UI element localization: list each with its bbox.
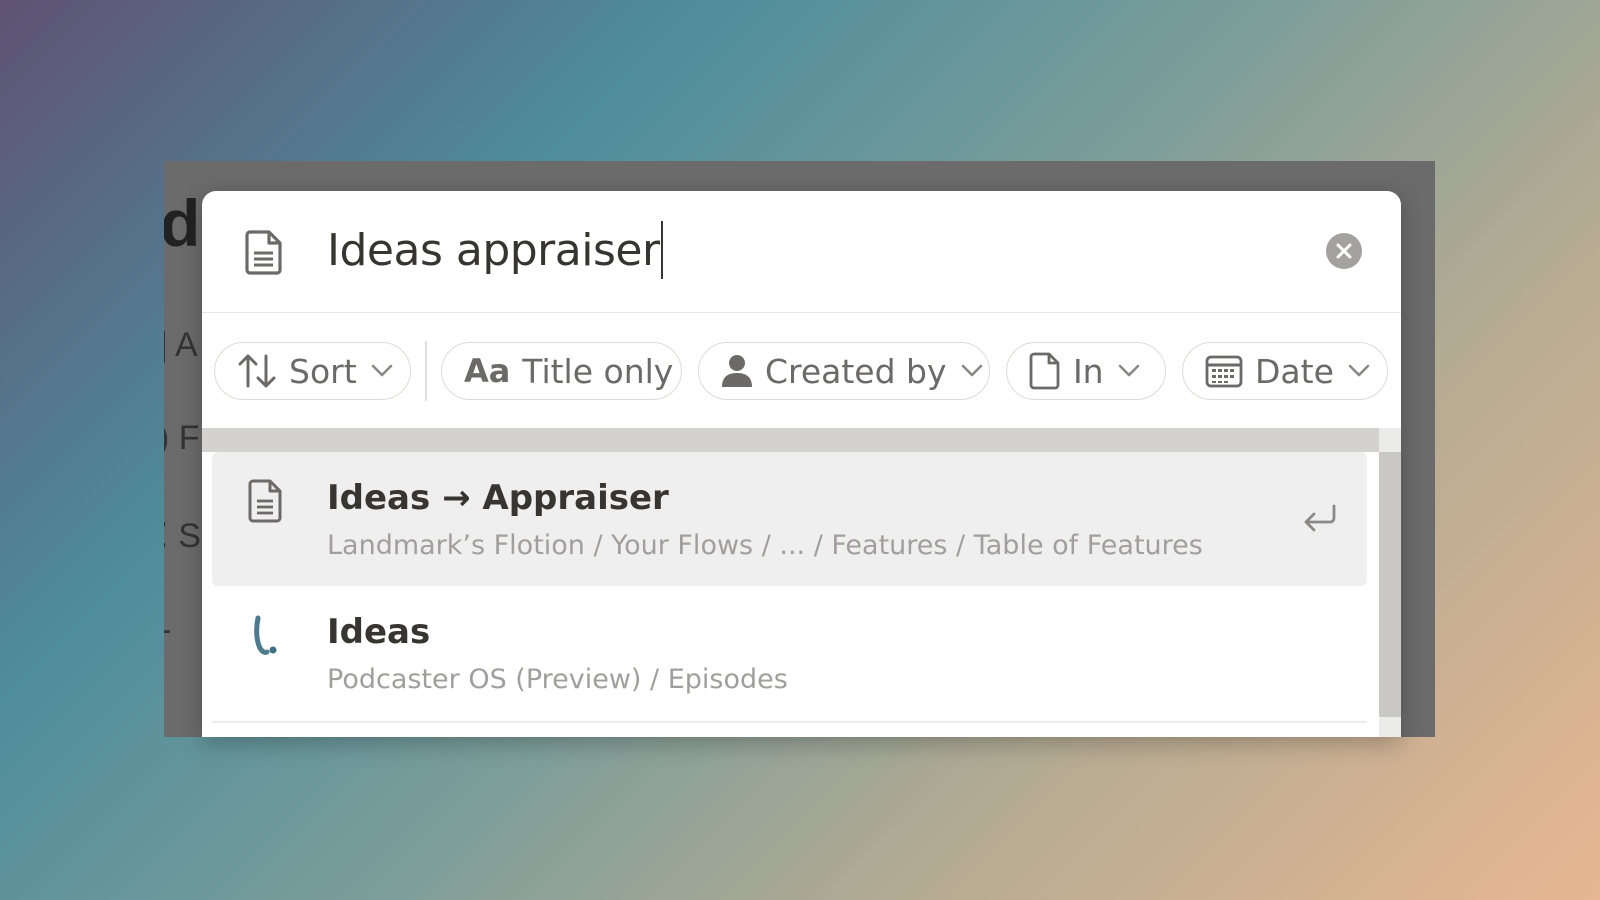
search-result-item[interactable]: Ideas Podcaster OS (Preview) / Episodes <box>212 586 1367 720</box>
chevron-down-icon <box>371 364 393 378</box>
result-breadcrumb: Landmark’s Flotion / Your Flows / ... / … <box>327 530 1203 561</box>
in-filter-label: In <box>1072 351 1104 391</box>
date-filter-button[interactable]: Date <box>1182 342 1388 400</box>
background-sidebar-item: - <box>164 611 171 650</box>
background-sidebar-item: ) F <box>164 419 200 457</box>
brand-logo-icon <box>246 612 286 658</box>
chevron-down-icon <box>1348 364 1370 378</box>
person-icon <box>721 354 753 388</box>
sort-arrows-icon <box>237 352 277 390</box>
result-breadcrumb: Podcaster OS (Preview) / Episodes <box>327 664 788 695</box>
search-bar: Ideas appraiser <box>202 191 1401 313</box>
background-sidebar-item: ] A <box>164 326 198 364</box>
search-modal: Ideas appraiser Sort Aa Title only Creat… <box>202 191 1401 737</box>
filter-bar: Sort Aa Title only Created by In Date <box>214 341 1401 401</box>
result-title: Ideas → Appraiser <box>327 478 669 518</box>
page-icon <box>1029 352 1061 390</box>
results-scrollbar-thumb[interactable] <box>1379 452 1401 717</box>
page-icon <box>242 228 286 276</box>
enter-return-icon <box>1300 502 1340 536</box>
in-filter-button[interactable]: In <box>1005 342 1166 400</box>
created-by-filter-label: Created by <box>764 351 947 391</box>
title-only-filter-button[interactable]: Aa Title only <box>440 342 682 400</box>
results-header-bar <box>202 428 1379 452</box>
page-icon <box>246 478 286 524</box>
search-input[interactable]: Ideas appraiser <box>327 221 663 279</box>
filter-divider <box>425 341 427 401</box>
text-aa-icon: Aa <box>463 352 511 390</box>
sort-filter-label: Sort <box>289 351 357 391</box>
background-heading: d <box>164 186 201 260</box>
sort-filter-button[interactable]: Sort <box>214 342 411 400</box>
clear-search-button[interactable] <box>1326 233 1362 269</box>
title-only-filter-label: Title only <box>522 351 674 391</box>
close-icon <box>1336 243 1352 259</box>
search-result-item[interactable]: Ideas → Appraiser Landmark’s Flotion / Y… <box>212 452 1367 586</box>
result-divider <box>212 721 1367 723</box>
calendar-icon <box>1205 354 1243 388</box>
chevron-down-icon <box>1118 364 1140 378</box>
search-query: Ideas appraiser <box>327 225 660 276</box>
chevron-down-icon <box>961 364 983 378</box>
created-by-filter-button[interactable]: Created by <box>697 342 990 400</box>
date-filter-label: Date <box>1255 351 1334 391</box>
background-sidebar-item: ⁚ S <box>164 517 201 555</box>
text-caret <box>660 221 663 279</box>
result-title: Ideas <box>327 612 431 652</box>
